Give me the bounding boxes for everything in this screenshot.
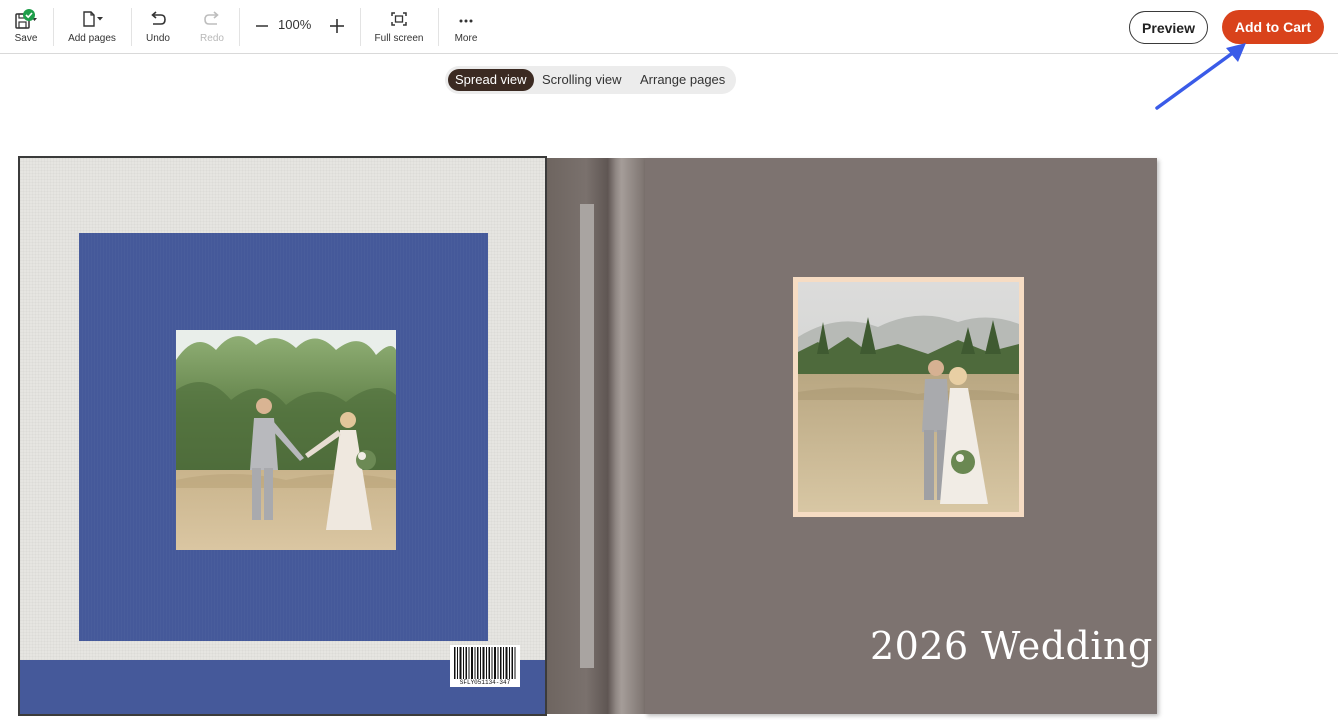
front-cover-photo-frame[interactable] bbox=[793, 277, 1024, 517]
zoom-out-button[interactable] bbox=[250, 12, 274, 40]
undo-button[interactable]: Undo bbox=[141, 0, 175, 53]
full-screen-icon bbox=[390, 10, 408, 28]
toolbar-divider bbox=[53, 8, 54, 46]
save-label: Save bbox=[14, 33, 38, 44]
undo-label: Undo bbox=[146, 33, 170, 44]
add-pages-label: Add pages bbox=[68, 33, 116, 44]
spread-view-tab[interactable]: Spread view bbox=[448, 69, 534, 91]
full-screen-button[interactable]: Full screen bbox=[370, 0, 428, 53]
zoom-level: 100% bbox=[278, 17, 312, 32]
add-pages-button[interactable]: Add pages bbox=[63, 0, 121, 53]
view-switcher: Spread view Scrolling view Arrange pages bbox=[445, 66, 736, 94]
toolbar-divider bbox=[438, 8, 439, 46]
book-spine[interactable] bbox=[547, 158, 645, 714]
toolbar-divider bbox=[131, 8, 132, 46]
add-to-cart-button[interactable]: Add to Cart bbox=[1222, 10, 1324, 44]
barcode-number: SFLY051134-347 bbox=[459, 679, 511, 686]
scrolling-view-tab[interactable]: Scrolling view bbox=[535, 69, 628, 91]
back-cover-photo[interactable] bbox=[176, 330, 396, 550]
barcode-icon bbox=[454, 647, 516, 679]
front-cover-photo[interactable] bbox=[798, 282, 1019, 512]
minus-icon bbox=[256, 25, 268, 27]
annotation-arrow-icon bbox=[1155, 43, 1246, 110]
zoom-in-button[interactable] bbox=[324, 12, 350, 40]
redo-label: Redo bbox=[200, 33, 224, 44]
toolbar-divider bbox=[360, 8, 361, 46]
more-button[interactable]: More bbox=[450, 0, 482, 53]
barcode: SFLY051134-347 bbox=[450, 645, 520, 687]
toolbar-divider bbox=[239, 8, 240, 46]
more-label: More bbox=[454, 33, 478, 44]
cover-title-text[interactable]: 2026 Wedding bbox=[870, 624, 1153, 668]
more-icon bbox=[457, 10, 475, 28]
save-button[interactable]: Save bbox=[8, 0, 44, 53]
save-icon bbox=[11, 9, 41, 29]
spine-text-area[interactable] bbox=[580, 204, 594, 668]
full-screen-label: Full screen bbox=[374, 33, 424, 44]
undo-icon bbox=[147, 10, 169, 28]
arrange-pages-tab[interactable]: Arrange pages bbox=[633, 69, 732, 91]
editor-toolbar: Save Add pages Undo Redo 100% Full scree… bbox=[0, 0, 1338, 54]
plus-icon bbox=[330, 19, 344, 33]
redo-button[interactable]: Redo bbox=[195, 0, 229, 53]
add-page-icon bbox=[78, 10, 106, 28]
back-cover-page[interactable]: SFLY051134-347 bbox=[18, 156, 547, 716]
redo-icon bbox=[201, 10, 223, 28]
photo-book-editor: Save Add pages Undo Redo 100% Full scree… bbox=[0, 0, 1338, 720]
